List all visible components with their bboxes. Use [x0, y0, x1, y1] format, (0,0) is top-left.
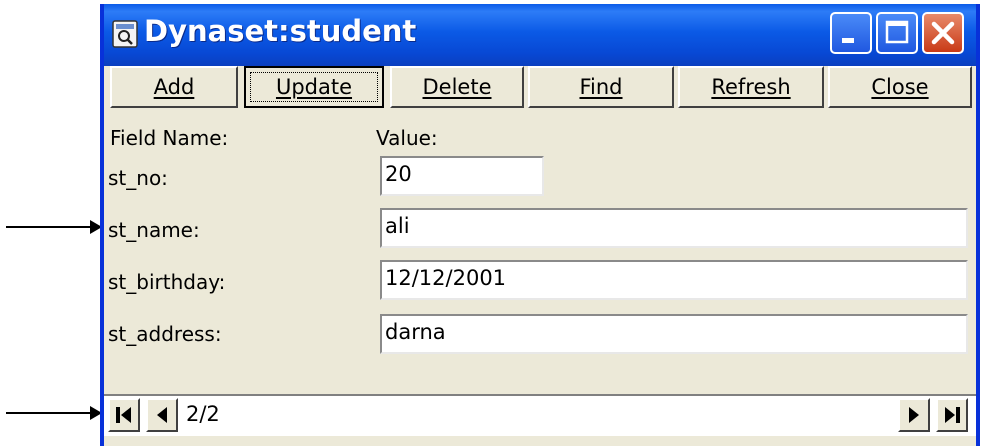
record-navigator: 2/2 — [104, 394, 976, 436]
next-record-icon — [909, 407, 919, 423]
last-record-icon — [945, 407, 960, 423]
field-label-st-name: st_name: — [108, 218, 200, 242]
annotation-arrow-st-name — [6, 220, 102, 234]
find-button[interactable]: Find — [528, 66, 674, 108]
refresh-button[interactable]: Refresh — [678, 66, 824, 108]
annotation-arrow-navigator — [6, 406, 102, 420]
record-position: 2/2 — [186, 402, 220, 426]
first-record-button[interactable] — [108, 398, 140, 432]
st-name-field[interactable]: ali — [380, 208, 968, 248]
title-bar[interactable]: Dynaset:student — [104, 4, 976, 66]
previous-record-button[interactable] — [146, 398, 178, 432]
maximize-icon — [885, 20, 909, 44]
toolbar: Add Update Delete Find Refresh Close — [110, 66, 972, 110]
st-address-field[interactable]: darna — [380, 314, 968, 354]
field-label-st-address: st_address: — [108, 322, 222, 346]
maximize-button[interactable] — [876, 12, 918, 54]
window-title: Dynaset:student — [144, 14, 417, 48]
dynaset-window-icon — [112, 20, 138, 48]
next-record-button[interactable] — [898, 398, 930, 432]
close-button[interactable]: Close — [828, 66, 972, 108]
st-no-field[interactable]: 20 — [380, 156, 544, 196]
delete-button[interactable]: Delete — [390, 66, 524, 108]
dynaset-window: Dynaset:student Add Update Delete Find R… — [100, 4, 980, 446]
close-window-button[interactable] — [922, 12, 964, 54]
st-birthday-field[interactable]: 12/12/2001 — [380, 260, 968, 300]
minimize-icon — [842, 38, 854, 43]
field-label-st-no: st_no: — [108, 166, 168, 190]
close-icon — [931, 21, 955, 45]
last-record-button[interactable] — [936, 398, 968, 432]
field-label-st-birthday: st_birthday: — [108, 270, 226, 294]
minimize-button[interactable] — [830, 12, 872, 54]
value-header: Value: — [376, 126, 438, 150]
update-button[interactable]: Update — [244, 66, 384, 108]
add-button[interactable]: Add — [110, 66, 238, 108]
first-record-icon — [116, 407, 131, 423]
field-name-header: Field Name: — [110, 126, 229, 150]
previous-record-icon — [157, 407, 167, 423]
